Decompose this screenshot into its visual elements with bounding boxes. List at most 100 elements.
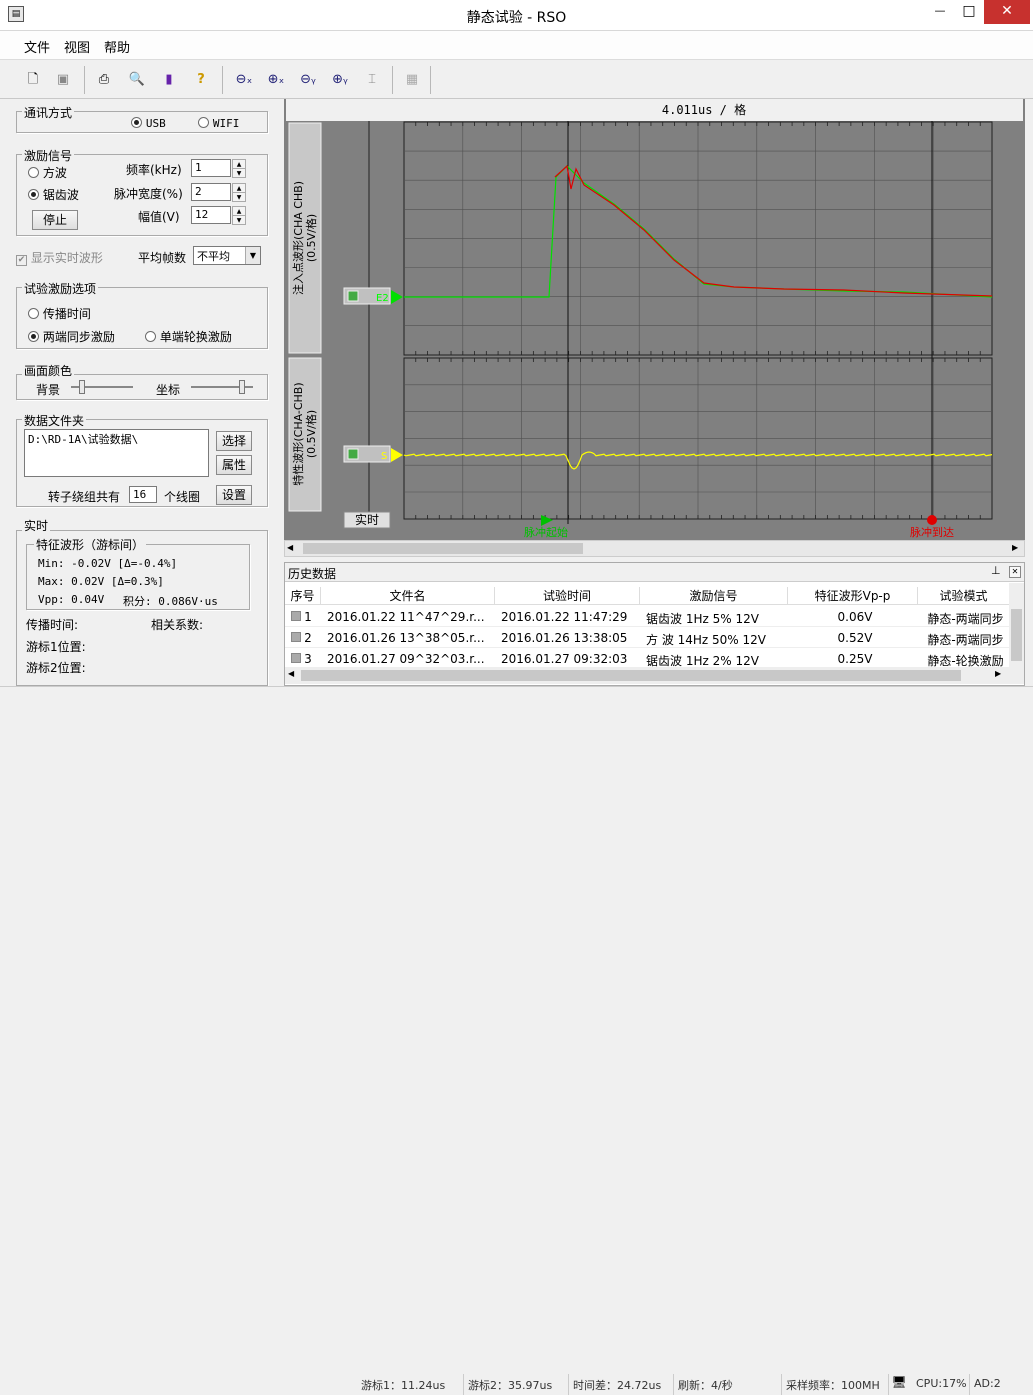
start-marker-label: 脉冲起始 [524,525,568,539]
freq-label: 频率(kHz) [126,163,182,177]
col-header-signal[interactable]: 激励信号 [640,587,788,604]
freq-spin-down[interactable]: ▼ [232,168,246,178]
avg-label: 平均帧数 [138,251,187,265]
integral-value: 积分: 0.086V·us [123,595,218,608]
zoom-out-x-icon[interactable]: ⊖ₓ [233,69,255,91]
coils-prefix: 转子绕组共有 [48,490,121,504]
ch2-tag: S [381,451,387,462]
ch2-marker-icon[interactable] [391,448,403,462]
status-cursor2: 游标2：35.97us [464,1374,569,1395]
coils-input[interactable]: 16 [129,486,157,503]
waveform-display[interactable]: 4.011us / 格 注入点波形(CHA CHB) (0.5V/格) 特性波形… [284,99,1025,540]
save-icon[interactable]: ▣ [52,69,74,91]
hscroll-left-icon[interactable]: ◀ [288,669,294,678]
ch1-checkbox[interactable] [347,290,359,302]
status-bar: 游标1：11.24us 游标2：35.97us 时间差：24.72us 刷新：4… [0,686,1033,1395]
table-icon[interactable]: ▦ [401,69,423,91]
col-header-vpp[interactable]: 特征波形Vp-p [788,587,918,604]
freq-input[interactable]: 1 [191,159,231,177]
end-marker-icon[interactable] [927,515,937,525]
axis-color-slider[interactable] [191,380,253,394]
print-icon[interactable]: ⎙ [93,69,115,91]
radio-indicator [131,117,142,128]
cell-mode: 静态-两端同步 [927,612,1004,626]
menu-view[interactable]: 视图 [64,37,90,56]
single-radio[interactable]: 单端轮换激励 [145,328,232,345]
history-vscroll[interactable] [1009,583,1024,669]
propagation-radio[interactable]: 传播时间 [28,305,91,322]
table-row[interactable]: 3 2016.01.27 09^32^03.r... 2016.01.27 09:3… [285,648,1009,669]
close-button[interactable]: ✕ [984,0,1030,24]
book-icon[interactable]: ▮ [158,69,180,91]
folder-props-button[interactable]: 属性 [216,455,252,475]
amp-input[interactable]: 12 [191,206,231,224]
ch1-marker-icon[interactable] [391,290,403,304]
ch2-checkbox[interactable] [347,448,359,460]
zoom-out-y-icon[interactable]: ⊖ᵧ [297,69,319,91]
bg-color-slider[interactable] [71,380,133,394]
square-radio[interactable]: 方波 [28,164,67,181]
toolbar-separator [430,66,431,94]
wifi-radio[interactable]: WIFI [198,116,239,130]
chevron-down-icon[interactable]: ▼ [245,247,260,264]
min-value: Min: -0.02V [Δ=-0.4%] [38,557,178,570]
ch2-label: 特性波形(CHA-CHB) [291,382,305,485]
col-header-time[interactable]: 试验时间 [495,587,640,604]
pin-icon[interactable]: ⊥ [991,564,1001,577]
cell-signal: 锯齿波 1Hz 5% 12V [646,612,759,626]
cell-index: 1 [304,610,312,624]
scope-scrollbar[interactable]: ◀ ▶ [284,540,1025,557]
radio-indicator [28,331,39,342]
menu-bar: 文件 视图 帮助 [0,31,1033,60]
both-radio[interactable]: 两端同步激励 [28,328,115,345]
table-row[interactable]: 1 2016.01.22 11^47^29.r... 2016.01.22 11:4… [285,606,1009,627]
history-close-icon[interactable]: ✕ [1009,566,1021,578]
history-table[interactable]: 序号 文件名 试验时间 激励信号 特征波形Vp-p 试验模式 1 2016.01.… [285,583,1009,669]
scroll-right-icon[interactable]: ▶ [1012,543,1018,552]
col-header-filename[interactable]: 文件名 [321,587,495,604]
col-header-mode[interactable]: 试验模式 [918,587,1009,604]
realtime-checkbox[interactable]: ✔ 显示实时波形 [16,249,103,266]
preview-icon[interactable]: 🔍 [126,69,148,91]
cell-vpp: 0.52V [837,631,873,645]
table-row[interactable]: 2 2016.01.26 13^38^05.r... 2016.01.26 13:3… [285,627,1009,648]
minimize-button[interactable]: — [925,0,955,24]
radio-indicator [28,308,39,319]
width-spin-down[interactable]: ▼ [232,192,246,202]
scroll-thumb[interactable] [303,543,583,554]
ch1-scale: (0.5V/格) [304,214,318,262]
options-group-label: 试验激励选项 [22,280,99,297]
colors-group-label: 画面颜色 [22,362,75,379]
usb-radio[interactable]: USB [131,116,166,130]
sawtooth-radio[interactable]: 锯齿波 [28,186,79,203]
maximize-button[interactable]: □ [955,0,983,24]
cursor-icon[interactable]: ⌶ [361,69,383,91]
datafolder-path[interactable]: D:\RD-1A\试验数据\ [24,429,209,477]
sawtooth-label: 锯齿波 [42,188,79,202]
slider-thumb[interactable] [79,380,86,394]
cursor2-label: 游标2位置: [26,661,86,675]
menu-file[interactable]: 文件 [24,37,50,56]
new-icon[interactable]: 🗋 [22,69,44,91]
menu-help[interactable]: 帮助 [104,37,130,56]
hscroll-right-icon[interactable]: ▶ [995,669,1001,678]
scope-view[interactable]: 4.011us / 格 注入点波形(CHA CHB) (0.5V/格) 特性波形… [284,99,1025,540]
vscroll-thumb[interactable] [1011,609,1022,661]
avg-select-value: 不平均 [197,250,230,263]
hscroll-thumb[interactable] [301,670,961,681]
zoom-in-y-icon[interactable]: ⊕ᵧ [329,69,351,91]
stop-button[interactable]: 停止 [32,210,78,230]
scroll-left-icon[interactable]: ◀ [287,543,293,552]
select-folder-button[interactable]: 选择 [216,431,252,451]
zoom-in-x-icon[interactable]: ⊕ₓ [265,69,287,91]
comm-group-label: 通讯方式 [22,104,75,121]
width-input[interactable]: 2 [191,183,231,201]
amp-spin-down[interactable]: ▼ [232,215,246,225]
left-panel: 通讯方式 USB WIFI 激励信号 方波 锯齿波 停止 频率(kHz) 1 ▲… [8,99,276,689]
history-hscroll[interactable]: ◀ ▶ [285,667,1024,684]
settings-button[interactable]: 设置 [216,485,252,505]
col-header-index[interactable]: 序号 [285,587,321,604]
slider-thumb[interactable] [238,380,245,394]
help-icon[interactable]: ? [190,69,212,91]
cell-filename: 2016.01.26 13^38^05.r... [327,631,485,645]
